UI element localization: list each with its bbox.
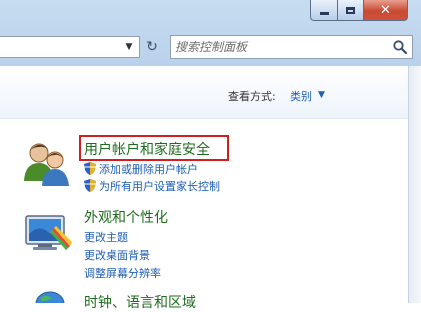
uac-shield-icon xyxy=(84,162,96,175)
view-by-label: 查看方式: xyxy=(228,90,276,103)
uac-shield-icon xyxy=(84,179,96,192)
refresh-button[interactable]: ↻ xyxy=(141,36,163,58)
appearance-icon[interactable] xyxy=(24,210,74,258)
category-title-appearance[interactable]: 外观和个性化 xyxy=(84,207,168,227)
users-icon[interactable] xyxy=(22,139,72,187)
category-title-clock-region[interactable]: 时钟、语言和区域 xyxy=(84,292,196,312)
close-button[interactable]: ✕ xyxy=(363,0,408,21)
vertical-scrollbar[interactable] xyxy=(408,66,421,303)
refresh-icon: ↻ xyxy=(146,39,158,55)
header-band xyxy=(0,66,408,118)
search-input[interactable] xyxy=(175,37,385,57)
search-box[interactable] xyxy=(170,35,413,59)
link-change-theme[interactable]: 更改主题 xyxy=(84,229,128,245)
link-adjust-resolution[interactable]: 调整屏幕分辨率 xyxy=(84,265,161,281)
globe-clock-icon[interactable] xyxy=(30,290,70,303)
search-icon[interactable] xyxy=(392,39,408,55)
maximize-button[interactable] xyxy=(337,0,364,21)
maximize-icon xyxy=(346,6,355,14)
chevron-down-icon: ▼ xyxy=(125,42,133,52)
link-parental-controls[interactable]: 为所有用户设置家长控制 xyxy=(99,178,220,194)
title-bar: ✕ xyxy=(0,0,421,30)
close-icon: ✕ xyxy=(380,2,391,18)
view-by-dropdown[interactable]: 类别 xyxy=(290,88,312,104)
highlight-box xyxy=(79,135,229,161)
minimize-icon xyxy=(319,11,329,15)
caret-down-icon[interactable]: ▼ xyxy=(318,90,325,100)
minimize-button[interactable] xyxy=(310,0,338,21)
link-change-desktop-background[interactable]: 更改桌面背景 xyxy=(84,247,150,263)
address-dropdown-button[interactable]: ▼ xyxy=(119,36,139,58)
header-divider xyxy=(0,118,408,119)
link-add-remove-accounts[interactable]: 添加或删除用户帐户 xyxy=(99,161,198,177)
